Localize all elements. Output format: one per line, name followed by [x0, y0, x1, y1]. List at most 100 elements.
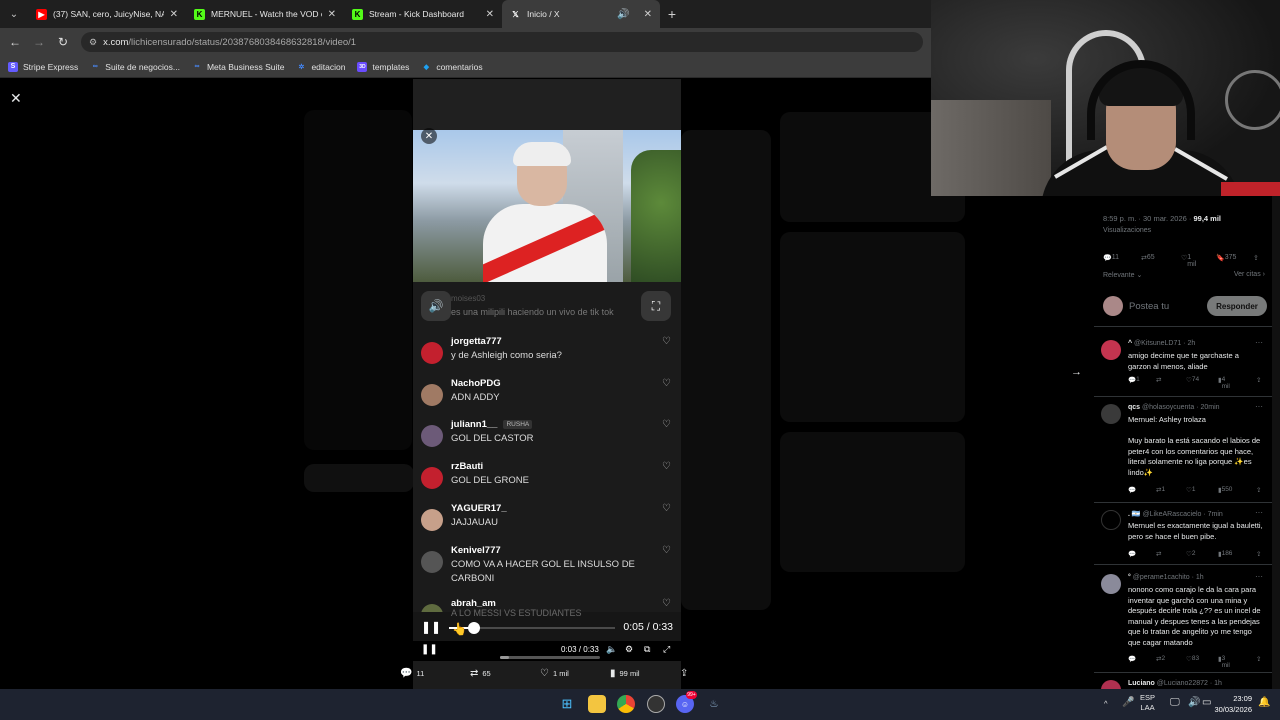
more-icon[interactable]: ··· — [1255, 402, 1263, 411]
views-button[interactable]: ▮ 99 mil — [610, 668, 640, 679]
repost-button[interactable]: ⇄ 65 — [470, 668, 491, 679]
volume-icon[interactable]: 🔊 — [1188, 698, 1200, 708]
speaker-tab-icon[interactable]: 🔊 — [617, 9, 629, 20]
repost-icon[interactable]: ⇄ 1 — [1156, 486, 1165, 494]
chrome-icon[interactable] — [617, 695, 635, 713]
address-bar[interactable]: ⚙ x.com /lichicensurado/status/203876803… — [81, 32, 923, 52]
share-icon[interactable]: ⇪ — [1256, 550, 1261, 558]
close-tab-icon[interactable]: ✕ — [644, 9, 652, 20]
notification-icon[interactable]: 🔔 — [1258, 698, 1270, 708]
more-icon[interactable]: ··· — [1255, 572, 1263, 581]
views-icon[interactable]: ▮ 4 mil — [1218, 376, 1230, 390]
close-tab-icon[interactable]: ✕ — [170, 9, 178, 20]
clock[interactable]: 23:09 30/03/2026 — [1208, 693, 1252, 715]
like-icon[interactable]: ♡ 83 — [1186, 655, 1199, 663]
close-tab-icon[interactable]: ✕ — [328, 9, 336, 20]
obs-icon[interactable] — [647, 695, 665, 713]
views-icon[interactable]: ▮ 186 — [1218, 550, 1232, 558]
x-progress-bar[interactable] — [500, 656, 600, 659]
repost-stat[interactable]: ⇄ 65 — [1141, 254, 1155, 262]
bookmark-meta[interactable]: ∞ Meta Business Suite — [192, 62, 284, 72]
close-media-icon[interactable]: ✕ — [10, 90, 22, 107]
reply-icon[interactable]: 💬 — [1128, 486, 1136, 494]
reply-input[interactable]: Postea tu — [1129, 301, 1169, 312]
video-player[interactable]: ✕ 🔊 ⛶ moises03 es una milipili haciendo … — [413, 79, 681, 689]
like-button[interactable]: ♡ 1 mil — [540, 668, 569, 679]
more-icon[interactable]: ··· — [1255, 338, 1263, 347]
speaker-icon[interactable]: 🔊 — [421, 291, 451, 321]
network-icon[interactable]: 🖵 — [1170, 698, 1180, 708]
reply-item[interactable]: ^ @KitsuneLD71 · 2h ··· amigo decime que… — [1101, 338, 1263, 400]
close-icon[interactable]: ✕ — [421, 128, 437, 144]
pause-icon[interactable]: ❚❚ — [421, 644, 438, 655]
heart-icon[interactable]: ♡ — [662, 598, 671, 609]
reload-icon[interactable]: ↻ — [51, 35, 75, 49]
file-explorer-icon[interactable] — [588, 695, 606, 713]
repost-icon[interactable]: ⇄ — [1156, 376, 1161, 384]
tab-kick-dashboard[interactable]: K Stream - Kick Dashboard ✕ — [344, 0, 502, 28]
tab-x-home[interactable]: 𝕏 Inicio / X 🔊 ✕ — [502, 0, 660, 28]
view-quotes-link[interactable]: Ver citas › — [1234, 271, 1265, 278]
more-icon[interactable]: ··· — [1255, 508, 1263, 517]
like-icon[interactable]: ♡ 1 — [1186, 486, 1195, 494]
steam-icon[interactable]: ♨ — [705, 695, 723, 713]
pause-icon[interactable]: ❚❚ — [421, 620, 441, 634]
new-tab-button[interactable]: + — [660, 6, 684, 22]
reply-icon[interactable]: 💬 — [1128, 550, 1136, 558]
bookmark-suite[interactable]: ∞ Suite de negocios... — [90, 62, 180, 72]
heart-icon[interactable]: ♡ — [662, 419, 671, 430]
share-icon[interactable]: ⇪ — [1253, 254, 1259, 262]
volume-icon[interactable]: 🔈 — [606, 644, 617, 655]
reply-item[interactable]: . 🇦🇷 @LikeARascacielo · 7min ··· Mernuel… — [1101, 508, 1263, 566]
tune-icon[interactable]: ⚙ — [89, 37, 97, 48]
pip-icon[interactable]: ⧉ — [644, 644, 650, 655]
heart-icon[interactable]: ♡ — [662, 461, 671, 472]
next-arrow-icon[interactable]: → — [1071, 366, 1082, 378]
sort-dropdown[interactable]: Relevante ⌄ — [1103, 272, 1142, 279]
back-icon[interactable]: ← — [3, 35, 27, 49]
tab-kick-vod[interactable]: K MERNUEL - Watch the VOD on ✕ — [186, 0, 344, 28]
fullscreen-icon[interactable]: ⛶ — [641, 291, 671, 321]
bookmark-editacion[interactable]: ✲ editacion — [296, 62, 346, 72]
reply-icon[interactable]: 💬 — [1128, 655, 1136, 663]
share-icon[interactable]: ⇪ — [1256, 486, 1261, 494]
scrub-knob[interactable] — [468, 622, 480, 634]
reply-item[interactable]: qcs @holasoycuenta · 20min ··· Mernuel: … — [1101, 402, 1263, 504]
chevron-up-icon[interactable]: ^ — [1104, 699, 1108, 709]
windows-start-icon[interactable]: ⊞ — [558, 695, 576, 713]
tab-search-icon[interactable]: ⌄ — [0, 0, 28, 28]
bookmark-stat[interactable]: 🔖 375 — [1216, 254, 1236, 262]
views-icon[interactable]: ▮ 3 mil — [1218, 655, 1230, 669]
settings-icon[interactable]: ⚙ — [625, 644, 633, 655]
reply-item[interactable]: Luciano @Luciano22872 · 1h — [1101, 680, 1263, 689]
like-stat[interactable]: ♡ 1 mil — [1181, 254, 1196, 268]
share-button[interactable]: ⇪ — [680, 668, 692, 679]
repost-icon[interactable]: ⇄ — [1156, 550, 1161, 558]
heart-icon[interactable]: ♡ — [662, 336, 671, 347]
heart-icon[interactable]: ♡ — [662, 545, 671, 556]
reply-submit-button[interactable]: Responder — [1207, 296, 1267, 316]
heart-icon[interactable]: ♡ — [662, 503, 671, 514]
bookmark-stripe[interactable]: S Stripe Express — [8, 61, 78, 72]
reply-composer[interactable]: Postea tu Responder — [1103, 296, 1267, 316]
like-icon[interactable]: ♡ 74 — [1186, 376, 1199, 384]
share-icon[interactable]: ⇪ — [1256, 655, 1261, 663]
expand-icon[interactable]: ⤢ — [663, 644, 670, 655]
heart-icon[interactable]: ♡ — [662, 378, 671, 389]
views-icon[interactable]: ▮ 550 — [1218, 486, 1232, 494]
video-frame[interactable] — [413, 130, 681, 282]
mic-icon[interactable]: 🎤 — [1122, 698, 1134, 708]
bookmark-comentarios[interactable]: ◆ comentarios — [421, 62, 483, 72]
like-icon[interactable]: ♡ 2 — [1186, 550, 1195, 558]
reply-button[interactable]: 💬 11 — [400, 668, 424, 679]
reply-icon[interactable]: 💬 1 — [1128, 376, 1140, 384]
repost-icon[interactable]: ⇄ 2 — [1156, 655, 1165, 663]
language-indicator[interactable]: ESP LAA — [1140, 693, 1155, 713]
forward-icon[interactable]: → — [27, 35, 51, 49]
reply-item[interactable]: ° @perame1cachito · 1h ··· nonono como c… — [1101, 572, 1263, 674]
tab-youtube[interactable]: ▶ (37) SAN, cero, JuicyNise, NAIM ✕ — [28, 0, 186, 28]
reply-stat[interactable]: 💬 11 — [1103, 254, 1119, 262]
scrollbar[interactable] — [1272, 196, 1280, 689]
share-icon[interactable]: ⇪ — [1256, 376, 1261, 384]
bookmark-templates[interactable]: 3D templates — [357, 61, 409, 72]
